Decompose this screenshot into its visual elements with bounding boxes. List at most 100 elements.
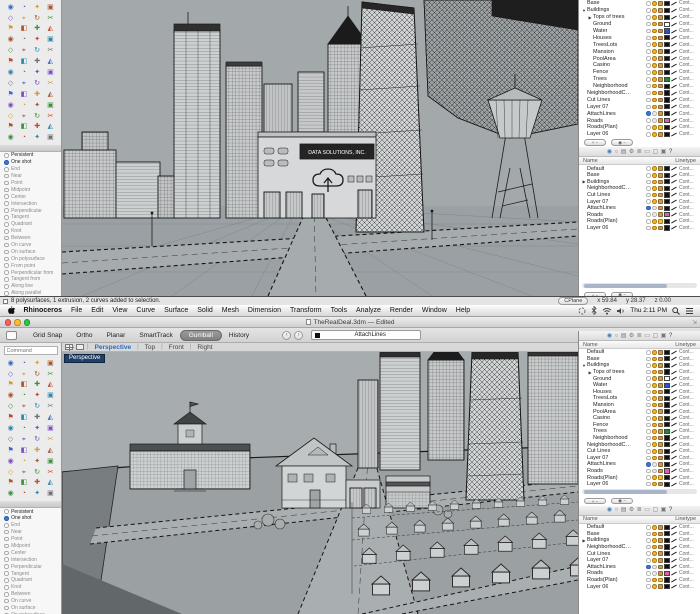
layer-lock-icon[interactable] <box>658 383 663 388</box>
tool-icon[interactable]: ◔ <box>17 133 30 143</box>
current-layer-radio[interactable] <box>646 469 651 474</box>
current-layer-radio[interactable] <box>646 56 651 61</box>
layer-visibility-bulb-icon[interactable] <box>652 186 657 191</box>
toggle-smarttrack[interactable]: SmartTrack <box>132 332 179 339</box>
current-layer-radio[interactable] <box>646 357 651 362</box>
layer-print-width-icon[interactable] <box>671 132 677 137</box>
layer-print-width-icon[interactable] <box>671 538 677 543</box>
layer-print-width-icon[interactable] <box>671 455 677 460</box>
layer-color-swatch[interactable] <box>664 1 669 6</box>
tool-icon[interactable]: ✚ <box>31 122 44 132</box>
tool-icon[interactable]: ▣ <box>44 358 57 368</box>
tool-icon[interactable]: ▣ <box>44 423 57 433</box>
layer-linetype[interactable]: Cont... <box>679 584 698 590</box>
layer-print-width-icon[interactable] <box>671 482 677 487</box>
tool-icon[interactable]: ✦ <box>31 423 44 433</box>
layer-lock-icon[interactable] <box>658 462 663 467</box>
osnap-item-between[interactable]: Between <box>0 591 61 598</box>
current-layer-radio[interactable] <box>646 70 651 75</box>
tool-icon[interactable]: ◭ <box>44 412 57 422</box>
menu-app-name[interactable]: Rhinoceros <box>19 307 67 314</box>
layer-color-swatch[interactable] <box>664 132 669 137</box>
osnap-item-perpendicular[interactable]: Perpendicular <box>0 563 61 570</box>
layer-lock-icon[interactable] <box>658 482 663 487</box>
layer-linetype[interactable]: Cont... <box>679 461 698 467</box>
four-viewports-icon[interactable] <box>65 344 73 350</box>
layer-print-width-icon[interactable] <box>671 49 677 54</box>
layer-print-width-icon[interactable] <box>671 56 677 61</box>
layer-lock-icon[interactable] <box>658 532 663 537</box>
layer-row[interactable]: Cut LinesCont... <box>579 192 700 199</box>
layer-print-width-icon[interactable] <box>671 383 677 388</box>
toggle-ortho[interactable]: Ortho <box>69 332 99 339</box>
layer-lock-icon[interactable] <box>658 1 663 6</box>
layer-row[interactable]: DefaultCont... <box>579 349 700 356</box>
layer-color-swatch[interactable] <box>664 212 669 217</box>
layer-print-width-icon[interactable] <box>671 363 677 368</box>
current-layer-radio[interactable] <box>646 125 651 130</box>
page-icon[interactable]: ▤ <box>621 507 627 513</box>
current-layer-radio[interactable] <box>646 390 651 395</box>
layer-row[interactable]: ▶BuildingsCont... <box>579 179 700 186</box>
layer-color-swatch[interactable] <box>664 538 669 543</box>
layer-linetype[interactable]: Cont... <box>679 455 698 461</box>
layer-row[interactable]: TreesLotsCont... <box>579 395 700 402</box>
layer-linetype[interactable]: Cont... <box>679 395 698 401</box>
layer-row[interactable]: RoadsCont... <box>579 117 700 124</box>
osnap-panel-header[interactable] <box>0 145 61 152</box>
layer-visibility-bulb-icon[interactable] <box>652 15 657 20</box>
menu-item-analyze[interactable]: Analyze <box>351 307 385 314</box>
osnap-mode-persistent[interactable]: Persistent <box>0 152 61 159</box>
layer-print-width-icon[interactable] <box>671 370 677 375</box>
layer-color-swatch[interactable] <box>664 482 669 487</box>
layer-row[interactable]: Roads(Plan)Cont... <box>579 577 700 584</box>
current-layer-radio[interactable] <box>646 206 651 211</box>
layer-lock-icon[interactable] <box>658 212 663 217</box>
tool-icon[interactable]: ◉ <box>4 35 17 45</box>
layer-row[interactable]: Roads(Plan)Cont... <box>579 124 700 131</box>
osnap-item-on-surface[interactable]: On surface <box>0 605 61 612</box>
radio-icon[interactable] <box>4 160 9 165</box>
layer-lock-icon[interactable] <box>658 84 663 89</box>
current-layer-radio[interactable] <box>646 475 651 480</box>
perspective-viewport[interactable]: Perspective <box>62 352 578 614</box>
current-layer-radio[interactable] <box>646 376 651 381</box>
layer-color-swatch[interactable] <box>664 225 669 230</box>
layer-lock-icon[interactable] <box>658 449 663 454</box>
tool-icon[interactable]: ⚑ <box>4 380 17 390</box>
current-layer-radio[interactable] <box>646 462 651 467</box>
layer-visibility-bulb-icon[interactable] <box>652 403 657 408</box>
layer-linetype[interactable]: Cont... <box>679 428 698 434</box>
layer-visibility-bulb-icon[interactable] <box>652 538 657 543</box>
layer-color-swatch[interactable] <box>664 199 669 204</box>
osnap-item-between[interactable]: Between <box>0 235 61 242</box>
layer-visibility-bulb-icon[interactable] <box>652 423 657 428</box>
layer-linetype[interactable]: Cont... <box>679 21 698 27</box>
layer-filter-button[interactable]: ◉ − <box>611 139 633 146</box>
layer-color-swatch[interactable] <box>664 97 669 102</box>
current-layer-radio[interactable] <box>646 565 651 570</box>
layer-lock-icon[interactable] <box>658 166 663 171</box>
box-icon[interactable]: ▢ <box>652 149 658 155</box>
layer-color-swatch[interactable] <box>664 363 669 368</box>
menu-item-tools[interactable]: Tools <box>326 307 351 314</box>
layer-linetype[interactable]: Cont... <box>679 577 698 583</box>
layer-visibility-bulb-icon[interactable] <box>652 70 657 75</box>
layer-print-width-icon[interactable] <box>671 578 677 583</box>
layer-visibility-bulb-icon[interactable] <box>652 462 657 467</box>
layer-visibility-bulb-icon[interactable] <box>652 571 657 576</box>
layer-print-width-icon[interactable] <box>671 422 677 427</box>
layer-print-width-icon[interactable] <box>671 531 677 536</box>
layer-row[interactable]: FenceCont... <box>579 422 700 429</box>
layer-visibility-bulb-icon[interactable] <box>652 29 657 34</box>
current-layer-radio[interactable] <box>646 456 651 461</box>
layer-print-width-icon[interactable] <box>671 564 677 569</box>
current-layer-radio[interactable] <box>646 77 651 82</box>
menu-item-file[interactable]: File <box>67 307 87 314</box>
tool-icon[interactable]: ▣ <box>44 2 57 12</box>
tool-icon[interactable]: ▣ <box>44 489 57 499</box>
layer-lock-icon[interactable] <box>658 219 663 224</box>
layer-print-width-icon[interactable] <box>671 356 677 361</box>
layer-lock-icon[interactable] <box>658 409 663 414</box>
menu-item-curve[interactable]: Curve <box>132 307 160 314</box>
